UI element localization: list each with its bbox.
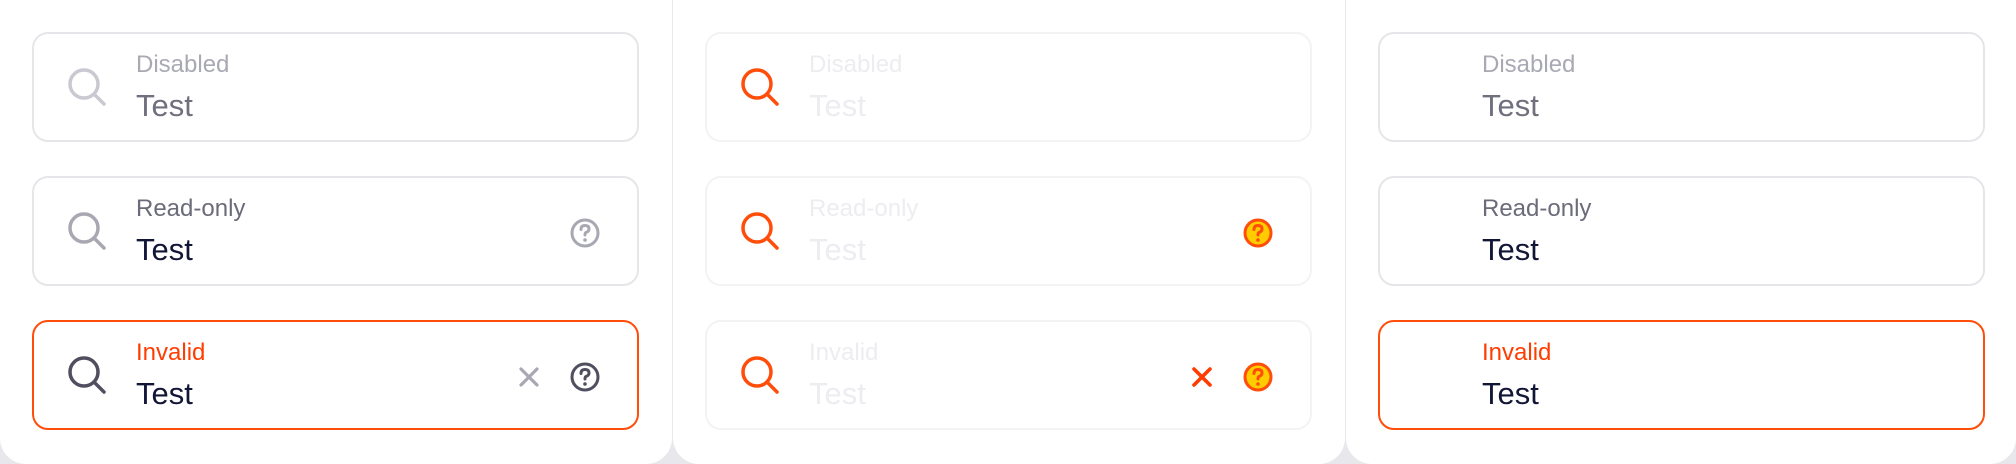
field-label: Disabled: [136, 51, 230, 78]
search-icon: [741, 68, 779, 106]
disabled-search-field: Disabled Test: [32, 32, 639, 142]
help-circle-icon[interactable]: [569, 361, 601, 393]
help-circle-icon[interactable]: [1242, 217, 1274, 249]
search-icon: [741, 212, 779, 250]
panel-default-style: Disabled Test Read-only Test Invalid Tes…: [0, 0, 672, 464]
field-label: Read-only: [136, 195, 246, 222]
panel-no-icon-style: Disabled Test Read-only Test Invalid Tes…: [1346, 0, 2016, 464]
field-value[interactable]: Test: [136, 376, 193, 412]
search-icon: [68, 356, 106, 394]
field-value[interactable]: Test: [1482, 376, 1539, 412]
field-value: Test: [809, 88, 866, 123]
help-circle-icon[interactable]: [1242, 361, 1274, 393]
invalid-search-field[interactable]: Invalid Test: [705, 320, 1312, 430]
search-icon: [741, 356, 779, 394]
search-icon: [68, 68, 106, 106]
help-circle-icon[interactable]: [569, 217, 601, 249]
field-label: Read-only: [1482, 195, 1592, 222]
field-label: Read-only: [809, 195, 919, 222]
readonly-search-field[interactable]: Read-only Test: [32, 176, 639, 286]
field-value: Test: [136, 88, 193, 123]
disabled-field: Disabled Test: [1378, 32, 1985, 142]
field-value[interactable]: Test: [136, 232, 193, 268]
panel-accent-style: Disabled Test Read-only Test Invalid Tes…: [673, 0, 1345, 464]
close-icon[interactable]: [1186, 361, 1218, 393]
readonly-field[interactable]: Read-only Test: [1378, 176, 1985, 286]
field-value: Test: [1482, 88, 1539, 123]
disabled-search-field: Disabled Test: [705, 32, 1312, 142]
search-icon: [68, 212, 106, 250]
field-label: Disabled: [809, 51, 903, 78]
readonly-search-field[interactable]: Read-only Test: [705, 176, 1312, 286]
invalid-search-field[interactable]: Invalid Test: [32, 320, 639, 430]
field-label: Invalid: [1482, 339, 1552, 366]
field-label: Disabled: [1482, 51, 1576, 78]
field-value[interactable]: Test: [809, 376, 866, 412]
field-label: Invalid: [136, 339, 206, 366]
field-value[interactable]: Test: [1482, 232, 1539, 268]
close-icon[interactable]: [513, 361, 545, 393]
invalid-field[interactable]: Invalid Test: [1378, 320, 1985, 430]
field-value[interactable]: Test: [809, 232, 866, 268]
field-label: Invalid: [809, 339, 879, 366]
